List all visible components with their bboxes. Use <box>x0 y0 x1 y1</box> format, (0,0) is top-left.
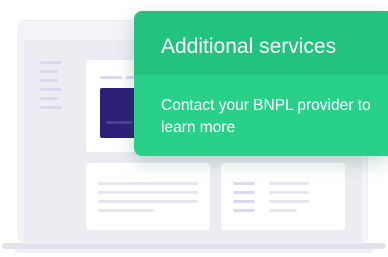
sidebar-line <box>40 61 62 64</box>
sidebar-line <box>40 106 62 109</box>
list-bullet-placeholder <box>233 191 255 194</box>
product-title-placeholder <box>126 76 134 79</box>
sidebar-line <box>40 70 58 73</box>
product-image-line <box>106 121 132 124</box>
list-bullet-placeholder <box>233 182 255 185</box>
list-bullet-placeholder <box>233 200 255 203</box>
popup-message: Contact your BNPL provider to learn more <box>161 97 371 136</box>
text-placeholder-line <box>98 200 198 203</box>
sidebar-line <box>40 97 58 100</box>
list-text-placeholder <box>269 191 309 194</box>
text-placeholder-card <box>86 163 210 230</box>
list-placeholder-card <box>221 163 345 230</box>
popup-header: Additional services <box>134 11 388 75</box>
list-text-placeholder <box>269 200 309 203</box>
text-placeholder-line <box>98 182 198 185</box>
product-title-placeholder <box>100 76 122 79</box>
list-bullet-placeholder <box>233 209 255 212</box>
sidebar-line <box>40 88 62 91</box>
text-placeholder-line <box>98 191 198 194</box>
sidebar-line <box>40 79 58 82</box>
popup-body: Contact your BNPL provider to learn more <box>134 75 388 156</box>
list-text-placeholder <box>269 182 309 185</box>
list-text-placeholder <box>269 209 297 212</box>
text-placeholder-line <box>98 209 154 212</box>
additional-services-popup: Additional services Contact your BNPL pr… <box>134 11 388 156</box>
popup-title: Additional services <box>161 35 337 58</box>
